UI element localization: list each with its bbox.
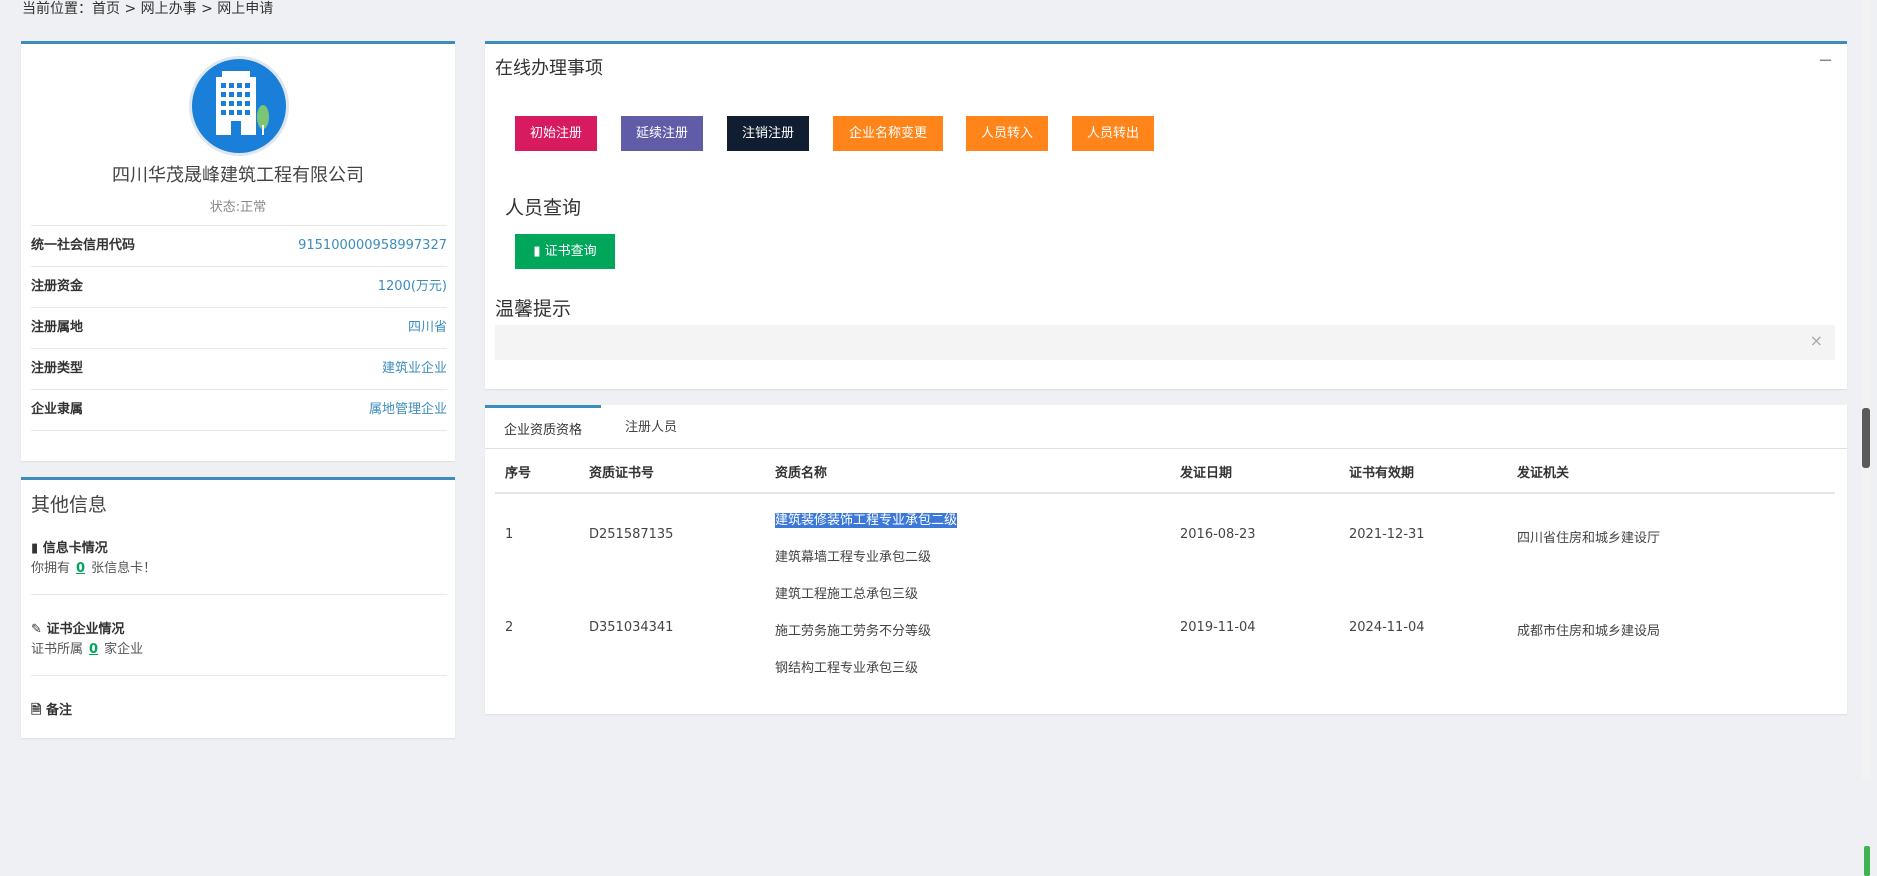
col-header-no: 序号: [505, 466, 532, 481]
person-query-title: 人员查询: [505, 197, 582, 219]
document-icon: 🗎: [31, 703, 42, 718]
info-label: 注册属地: [31, 320, 84, 335]
tab-company-qualifications[interactable]: 企业资质资格: [485, 405, 601, 451]
cert-query-label: 证书查询: [544, 244, 597, 259]
row2-authority: 成都市住房和城乡建设局: [1517, 624, 1661, 639]
cert-count-link[interactable]: 0: [83, 642, 104, 657]
row2-issue-date: 2019-11-04: [1180, 620, 1256, 635]
other-info-panel: 其他信息 ▮ 信息卡情况 你拥有 0 张信息卡！ ✎ 证书企业情况 证书所属 0 家企业…: [21, 477, 455, 738]
info-row-capital: 注册资金 1200(万元): [31, 266, 447, 307]
online-matters-panel: 在线办理事项 − 初始注册 延续注册 注销注册 企业名称变更 人员转入 人员转出…: [485, 41, 1847, 389]
remark-title: 备注: [45, 703, 72, 718]
close-icon[interactable]: ×: [1810, 331, 1823, 350]
info-label: 企业隶属: [31, 402, 84, 417]
cert-title: 证书企业情况: [46, 622, 125, 637]
book-icon: ▮: [533, 244, 541, 259]
scroll-indicator: [1864, 846, 1870, 876]
cert-heading: ✎ 证书企业情况: [31, 618, 124, 637]
cert-post: 家企业: [104, 642, 144, 657]
info-row-credit-code: 统一社会信用代码 915100000958997327: [31, 225, 447, 266]
tip-title: 温馨提示: [495, 298, 572, 320]
info-label: 注册资金: [31, 279, 84, 294]
header-divider: [495, 492, 1835, 494]
row1-no: 1: [505, 527, 514, 542]
row1-issue-date: 2016-08-23: [1180, 527, 1256, 542]
info-row-affiliation: 企业隶属 属地管理企业: [31, 389, 447, 430]
tip-box: ×: [495, 325, 1835, 360]
row1-name-2: 建筑幕墙工程专业承包二级: [775, 550, 932, 565]
renew-register-button[interactable]: 延续注册: [621, 116, 703, 151]
pencil-icon: ✎: [31, 622, 42, 637]
page-scrollbar[interactable]: [1861, 0, 1871, 876]
info-card-post: 张信息卡！: [91, 561, 157, 576]
collapse-button[interactable]: −: [1818, 50, 1833, 71]
company-building-icon: [189, 56, 289, 156]
info-card-title: 信息卡情况: [42, 541, 108, 556]
info-value: 属地管理企业: [368, 402, 447, 417]
info-card-count-link[interactable]: 0: [70, 561, 91, 576]
row2-cert-no: D351034341: [589, 620, 674, 635]
row2-no: 2: [505, 620, 514, 635]
info-label: 注册类型: [31, 361, 84, 376]
tab-registered-personnel[interactable]: 注册人员: [603, 405, 699, 448]
personnel-transfer-out-button[interactable]: 人员转出: [1072, 116, 1154, 151]
book-icon: ▮: [31, 541, 39, 556]
col-header-name: 资质名称: [775, 466, 828, 481]
info-row-type: 注册类型 建筑业企业: [31, 348, 447, 389]
company-name-change-button[interactable]: 企业名称变更: [833, 116, 943, 151]
cancel-register-button[interactable]: 注销注册: [727, 116, 809, 151]
tab-divider: [485, 448, 1847, 449]
personnel-transfer-in-button[interactable]: 人员转入: [966, 116, 1048, 151]
col-header-issue-date: 发证日期: [1180, 466, 1233, 481]
matters-title: 在线办理事项: [495, 58, 603, 79]
other-info-title: 其他信息: [31, 494, 108, 516]
scrollbar-thumb[interactable]: [1862, 408, 1870, 876]
col-header-valid-until: 证书有效期: [1349, 466, 1415, 481]
qualifications-panel: 企业资质资格 注册人员 序号 资质证书号 资质名称 发证日期 证书有效期 发证机…: [485, 405, 1847, 714]
row1-authority: 四川省住房和城乡建设厅: [1517, 531, 1661, 546]
selected-qualification-name: 建筑装修装饰工程专业承包二级: [775, 513, 958, 528]
info-card-text: 你拥有 0 张信息卡！: [31, 557, 156, 576]
company-profile-panel: 四川华茂晟峰建筑工程有限公司 状态:正常 统一社会信用代码 9151000009…: [21, 41, 455, 461]
info-value: 建筑业企业: [381, 361, 447, 376]
row2-valid-until: 2024-11-04: [1349, 620, 1425, 635]
col-header-authority: 发证机关: [1517, 466, 1570, 481]
row1-name-3: 建筑工程施工总承包三级: [775, 587, 919, 602]
info-card-pre: 你拥有: [31, 561, 71, 576]
row1-name-1: 建筑装修装饰工程专业承包二级: [775, 509, 958, 528]
cert-pre: 证书所属: [31, 642, 84, 657]
remark-heading: 🗎 备注: [31, 699, 72, 723]
row1-cert-no: D251587135: [589, 527, 674, 542]
initial-register-button[interactable]: 初始注册: [515, 116, 597, 151]
info-card-heading: ▮ 信息卡情况: [31, 537, 108, 556]
info-label: 统一社会信用代码: [31, 238, 136, 253]
row2-name-2: 钢结构工程专业承包三级: [775, 661, 919, 676]
row2-name-1: 施工劳务施工劳务不分等级: [775, 624, 932, 639]
cert-query-button[interactable]: ▮ 证书查询: [515, 234, 615, 269]
info-row-region: 注册属地 四川省: [31, 307, 447, 348]
divider: [31, 675, 447, 676]
info-value: 1200(万元): [377, 279, 447, 294]
info-value: 四川省: [407, 320, 447, 335]
col-header-cert-no: 资质证书号: [589, 466, 655, 481]
cert-text: 证书所属 0 家企业: [31, 638, 143, 657]
info-value: 915100000958997327: [298, 238, 447, 253]
divider: [31, 594, 447, 595]
row1-valid-until: 2021-12-31: [1349, 527, 1425, 542]
breadcrumb: 当前位置：首页 > 网上办事 > 网上申请: [22, 1, 274, 17]
divider: [31, 430, 447, 431]
company-status: 状态:正常: [209, 200, 267, 215]
company-name: 四川华茂晟峰建筑工程有限公司: [112, 165, 364, 186]
